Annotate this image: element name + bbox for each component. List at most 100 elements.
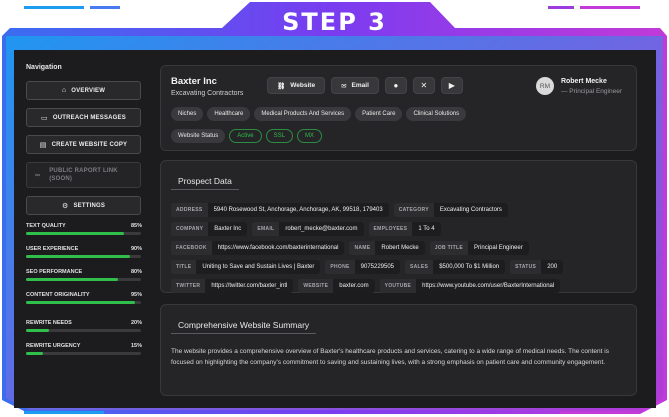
main-content: Baxter Inc Excavating Contractors ⛓ Webs…	[160, 50, 640, 408]
progress-bar	[26, 301, 141, 304]
app-window: Navigation ⌂ OVERVIEW ▭ OUTREACH MESSAGE…	[14, 50, 656, 408]
status-badge: Active	[229, 129, 262, 143]
step-title: STEP 3	[282, 8, 387, 36]
metric-user-experience: USER EXPERIENCE 90%	[26, 246, 142, 258]
website-summary-card: Comprehensive Website Summary The websit…	[160, 304, 637, 396]
field-website: WEBSITE baxter.com	[298, 279, 375, 293]
metric-value: 85%	[130, 223, 142, 229]
website-label: Website	[290, 82, 316, 89]
progress-bar	[26, 352, 141, 355]
progress-fill	[26, 301, 136, 304]
niche-chip: Medical Products And Services	[254, 107, 352, 121]
status-badge: MX	[296, 129, 322, 143]
metric-rewrite-needs: REWRITE NEEDS 20%	[26, 320, 142, 332]
website-button[interactable]: ⛓ Website	[267, 77, 326, 94]
avatar: RM	[535, 77, 554, 95]
person-role: — Principal Engineer	[560, 87, 622, 95]
metric-value: 90%	[130, 246, 142, 252]
public-report-link-button: ∞ PUBLIC RAPORT LINK (SOON)	[26, 162, 141, 188]
facebook-button[interactable]: ●	[384, 77, 407, 94]
metric-rewrite-urgency: REWRITE URGENCY 15%	[26, 343, 142, 355]
create-website-copy-label: CREATE WEBSITE COPY	[51, 141, 128, 148]
metric-value: 20%	[130, 320, 142, 326]
person-name: Robert Mecke	[560, 77, 607, 85]
field-email: EMAIL robert_mecke@baxter.com	[252, 222, 364, 236]
public-report-link-label: PUBLIC RAPORT LINK (SOON)	[49, 168, 118, 182]
email-label: Email	[351, 82, 369, 89]
niche-chip: Patient Care	[355, 107, 403, 121]
prospect-data-card: Prospect Data ADDRESS 5940 Rosewood St, A…	[160, 160, 637, 293]
niches-label: Niches	[171, 107, 204, 121]
mail-icon: ✉	[341, 82, 347, 90]
metric-label: TEXT QUALITY	[26, 223, 66, 229]
company-profile-card: Baxter Inc Excavating Contractors ⛓ Webs…	[160, 65, 637, 151]
sidebar: Navigation ⌂ OVERVIEW ▭ OUTREACH MESSAGE…	[14, 50, 154, 408]
field-status: STATUS 200	[510, 260, 564, 274]
metric-value: 95%	[130, 292, 142, 298]
metric-label: SEO PERFORMANCE	[26, 269, 83, 275]
field-company: COMPANY Baxter Inc	[171, 222, 248, 236]
settings-button[interactable]: ⚙ SETTINGS	[26, 196, 141, 215]
progress-fill	[26, 329, 49, 332]
summary-title: Comprehensive Website Summary	[171, 318, 317, 334]
field-twitter: TWITTER https://twitter.com/baxter_intl	[171, 279, 294, 293]
field-title: TITLE Uniting to Save and Sustain Lives |…	[171, 260, 321, 274]
link-icon: ∞	[35, 171, 41, 179]
link-icon: ⛓	[277, 82, 286, 90]
progress-fill	[26, 232, 124, 235]
metric-label: REWRITE URGENCY	[26, 343, 81, 349]
metric-content-originality: CONTENT ORIGINALITY 95%	[26, 292, 142, 304]
x-icon: ✕	[420, 81, 428, 90]
metric-label: USER EXPERIENCE	[26, 246, 79, 252]
metric-label: REWRITE NEEDS	[26, 320, 72, 326]
create-website-copy-button[interactable]: ▤ CREATE WEBSITE COPY	[26, 135, 141, 154]
metric-seo-performance: SEO PERFORMANCE 80%	[26, 269, 142, 281]
field-category: CATEGORY Excavating Contractors	[393, 203, 508, 217]
prospect-fields: ADDRESS 5940 Rosewood St, Anchorage, Anch…	[171, 203, 626, 293]
field-sales: SALES $500,000 To $1 Million	[405, 260, 506, 274]
status-badge: SSL	[265, 129, 293, 143]
progress-bar	[26, 255, 141, 258]
field-facebook: FACEBOOK https://www.facebook.com/baxteri…	[171, 241, 345, 255]
email-button[interactable]: ✉ Email	[331, 77, 379, 94]
x-button[interactable]: ✕	[412, 77, 435, 94]
metric-text-quality: TEXT QUALITY 85%	[26, 223, 142, 235]
website-status-row: Website Status Active SSL MX	[171, 129, 322, 143]
outreach-messages-button[interactable]: ▭ OUTREACH MESSAGES	[26, 108, 141, 127]
metric-label: CONTENT ORIGINALITY	[26, 292, 90, 298]
facebook-icon: ●	[393, 81, 399, 90]
progress-fill	[26, 278, 118, 281]
message-icon: ▭	[41, 114, 48, 122]
progress-fill	[26, 255, 130, 258]
progress-fill	[26, 352, 44, 355]
niche-chip: Clinical Solutions	[406, 107, 467, 121]
website-status-label: Website Status	[171, 129, 226, 143]
summary-text: The website provides a comprehensive ove…	[171, 348, 609, 366]
overview-label: OVERVIEW	[71, 87, 106, 94]
progress-bar	[26, 232, 141, 235]
nav-heading: Navigation	[26, 64, 62, 71]
field-employees: EMPLOYEES 1 To 4	[368, 222, 441, 236]
metric-value: 15%	[130, 343, 142, 349]
field-name: NAME Robert Mecke	[349, 241, 425, 255]
field-job-title: JOB TITLE Principal Engineer	[429, 241, 529, 255]
niche-chip: Healthcare	[207, 107, 251, 121]
outreach-messages-label: OUTREACH MESSAGES	[52, 114, 126, 121]
niches-row: Niches Healthcare Medical Products And S…	[171, 107, 467, 121]
field-phone: PHONE 9075229505	[325, 260, 401, 274]
field-address: ADDRESS 5940 Rosewood St, Anchorage, Anch…	[171, 203, 389, 217]
action-buttons: ⛓ Website ✉ Email ● ✕ ▶	[267, 77, 463, 94]
progress-bar	[26, 329, 141, 332]
prospect-data-title: Prospect Data	[171, 174, 239, 190]
document-icon: ▤	[39, 141, 47, 149]
gear-icon: ⚙	[61, 202, 69, 210]
metrics-list: TEXT QUALITY 85% USER EXPERIENCE 90% SEO P…	[26, 223, 142, 355]
overview-button[interactable]: ⌂ OVERVIEW	[26, 81, 141, 100]
youtube-button[interactable]: ▶	[440, 77, 463, 94]
contact-person: RM Robert Mecke — Principal Engineer	[535, 77, 622, 95]
progress-bar	[26, 278, 141, 281]
metric-value: 80%	[130, 269, 142, 275]
youtube-icon: ▶	[448, 81, 455, 90]
settings-label: SETTINGS	[73, 202, 106, 209]
home-icon: ⌂	[61, 87, 67, 94]
